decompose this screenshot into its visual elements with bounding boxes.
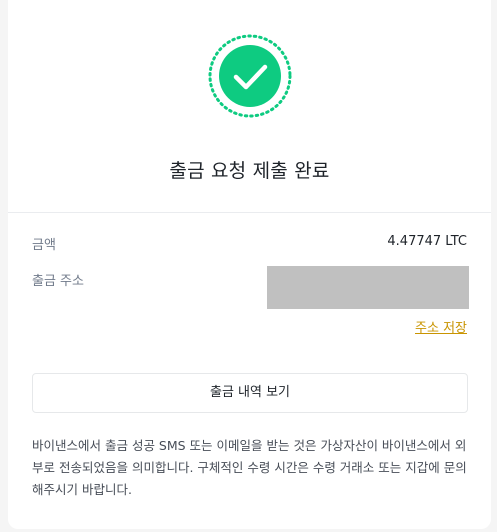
divider xyxy=(8,212,491,213)
page-title: 출금 요청 제출 완료 xyxy=(169,160,330,182)
check-circle-icon xyxy=(208,34,292,118)
withdrawal-success-card: 출금 요청 제출 완료 금액 4.47747 LTC 출금 주소 주소 저장 출… xyxy=(8,0,491,529)
amount-label: 금액 xyxy=(32,238,56,253)
save-address-link[interactable]: 주소 저장 xyxy=(415,317,467,336)
view-withdrawal-history-button[interactable]: 출금 내역 보기 xyxy=(32,373,468,413)
amount-value: 4.47747 LTC xyxy=(387,234,467,249)
address-label: 출금 주소 xyxy=(32,274,84,289)
redacted-address xyxy=(267,266,469,309)
withdrawal-notice: 바이낸스에서 출금 성공 SMS 또는 이메일을 받는 것은 가상자산이 바이낸… xyxy=(32,438,467,497)
